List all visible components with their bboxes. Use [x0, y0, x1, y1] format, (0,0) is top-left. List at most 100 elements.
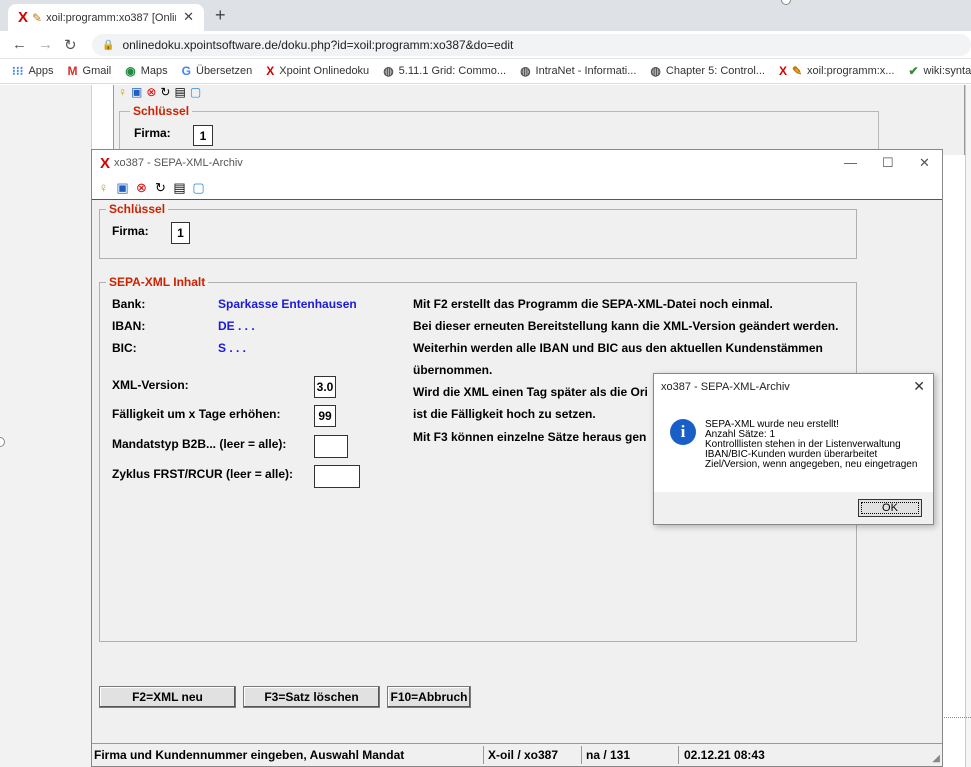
info-text-line: Mit F2 erstellt das Programm die SEPA-XM… — [413, 297, 773, 311]
tab-close-icon[interactable]: ✕ — [183, 9, 194, 25]
close-icon[interactable]: ✕ — [919, 155, 930, 171]
dialog-title: xo387 - SEPA-XML-Archiv — [661, 381, 790, 393]
iban-value: DE . . . — [218, 319, 255, 333]
bookmark-xpoint[interactable]: X Xpoint Onlinedoku — [266, 64, 369, 78]
bookmark-label: wiki:syntax [Doku — [923, 65, 971, 77]
maximize-icon[interactable]: ☐ — [882, 155, 894, 171]
bank-value: Sparkasse Entenhausen — [218, 297, 357, 311]
tab-title: xoil:programm:xo387 [Online — [46, 11, 177, 24]
key-group-legend: Schlüssel — [106, 202, 169, 216]
refresh-icon[interactable]: ↻ — [153, 180, 168, 195]
browser-tab[interactable]: X ✎ xoil:programm:xo387 [Online ✕ — [8, 4, 204, 31]
dialog-footer: OK — [654, 492, 933, 524]
key-group — [99, 209, 857, 259]
bookmark-maps[interactable]: ◉ Maps — [125, 64, 167, 78]
xml-neu-button[interactable]: F2=XML neu — [99, 686, 236, 708]
xpoint-logo-icon: X — [778, 64, 787, 78]
firma-label: Firma: — [112, 224, 149, 238]
bookmark-intranet[interactable]: ◍ IntraNet - Informati... — [520, 64, 636, 78]
abbruch-button[interactable]: F10=Abbruch — [387, 686, 471, 708]
bookmark-label: Übersetzen — [196, 65, 253, 77]
info-text-line: Mit F3 können einzelne Sätze heraus gen — [413, 430, 647, 444]
zyklus-field[interactable] — [314, 465, 360, 488]
minimize-icon[interactable]: — — [844, 155, 857, 170]
xpoint-logo-icon: X — [18, 9, 29, 26]
bookmark-label: IntraNet - Informati... — [535, 65, 637, 77]
bookmark-wiki[interactable]: ✔ wiki:syntax [Doku — [908, 64, 971, 78]
background-firma-field: 1 — [193, 125, 213, 146]
mandatstyp-field[interactable] — [314, 435, 348, 458]
info-text-line: Weiterhin werden alle IBAN und BIC aus d… — [413, 341, 823, 355]
dialog-message-line: Ziel/Version, wenn angegeben, neu einget… — [705, 459, 918, 470]
xpoint-logo-icon: X — [100, 154, 111, 172]
ok-button[interactable]: OK — [858, 499, 922, 517]
xpoint-logo-icon: X — [266, 64, 275, 78]
reload-icon[interactable]: ↻ — [64, 36, 77, 54]
info-text-line: ist die Fälligkeit hoch zu setzen. — [413, 407, 596, 421]
resize-grip-icon[interactable]: ◢ — [932, 753, 940, 764]
info-book-icon[interactable]: ▣ — [115, 180, 130, 195]
url-field[interactable]: 🔒 onlinedoku.xpointsoftware.de/doku.php?… — [92, 34, 971, 56]
url-text: onlinedoku.xpointsoftware.de/doku.php?id… — [122, 38, 514, 52]
pencil-icon: ✎ — [791, 64, 803, 78]
background-toolbar: ♀ ▣ ⊗ ↻ ▤ ▢ — [118, 85, 201, 99]
bookmark-label: Gmail — [82, 65, 112, 77]
bulb-icon[interactable]: ♀ — [96, 180, 111, 195]
window-titlebar: X xo387 - SEPA-XML-Archiv — ☐ ✕ — [92, 150, 942, 176]
bulb-icon: ♀ — [118, 85, 127, 99]
faelligkeit-field[interactable]: 99 — [314, 405, 336, 427]
bookmark-chapter[interactable]: ◍ Chapter 5: Control... — [650, 64, 765, 78]
status-divider — [483, 746, 484, 764]
new-tab-icon[interactable]: + — [215, 5, 226, 26]
zyklus-label: Zyklus FRST/RCUR (leer = alle): — [112, 467, 294, 481]
cancel-icon[interactable]: ⊗ — [134, 180, 149, 195]
status-divider — [678, 746, 679, 764]
bookmark-label: xoil:programm:x... — [807, 65, 895, 77]
iban-label: IBAN: — [112, 319, 146, 333]
info-text-line: übernommen. — [413, 363, 493, 377]
printer-icon[interactable]: ▤ — [172, 180, 187, 195]
refresh-icon: ↻ — [160, 85, 171, 99]
map-pin-icon: ◉ — [125, 64, 136, 78]
forward-arrow-icon[interactable]: → — [38, 36, 53, 53]
address-bar-row: ← → ↻ 🔒 onlinedoku.xpointsoftware.de/dok… — [0, 31, 971, 59]
background-firma-label: Firma: — [134, 126, 171, 140]
satz-loeschen-button[interactable]: F3=Satz löschen — [243, 686, 380, 708]
bic-value: S . . . — [218, 341, 247, 355]
back-arrow-icon[interactable]: ← — [12, 36, 27, 53]
status-divider — [581, 746, 582, 764]
status-bar: Firma und Kundennummer eingeben, Auswahl… — [92, 743, 942, 766]
bookmark-translate[interactable]: G Übersetzen — [182, 64, 253, 78]
bookmark-xoil[interactable]: X ✎ xoil:programm:x... — [779, 64, 895, 78]
globe-icon: ◍ — [383, 64, 394, 78]
status-program: X-oil / xo387 — [488, 748, 559, 762]
cancel-icon: ⊗ — [146, 85, 157, 99]
bookmark-label: Maps — [140, 65, 168, 77]
chat-icon[interactable]: ▢ — [191, 180, 206, 195]
status-record: na / 131 — [586, 748, 631, 762]
gmail-icon: M — [67, 64, 78, 78]
faelligkeit-label: Fälligkeit um x Tage erhöhen: — [112, 407, 281, 421]
dialog-close-icon[interactable]: ✕ — [913, 378, 925, 395]
bookmark-label: Chapter 5: Control... — [665, 65, 765, 77]
bic-label: BIC: — [112, 341, 137, 355]
bookmark-grid[interactable]: ◍ 5.11.1 Grid: Commo... — [383, 64, 506, 78]
background-group-legend: Schlüssel — [130, 104, 193, 118]
firma-field[interactable]: 1 — [171, 222, 190, 244]
page-margin-right — [965, 85, 971, 767]
chat-icon: ▢ — [189, 85, 202, 99]
divider — [942, 717, 971, 718]
bank-label: Bank: — [112, 297, 146, 311]
printer-icon: ▤ — [174, 85, 186, 99]
message-dialog: xo387 - SEPA-XML-Archiv ✕ i SEPA-XML wur… — [653, 373, 934, 525]
page-margin-left — [0, 85, 92, 767]
bookmark-gmail[interactable]: M Gmail — [68, 64, 112, 78]
content-group-legend: SEPA-XML Inhalt — [106, 275, 209, 289]
globe-icon: ◍ — [520, 64, 531, 78]
info-book-icon: ▣ — [131, 85, 143, 99]
bookmark-apps[interactable]: ⁝⁝⁝ Apps — [12, 64, 54, 78]
window-toolbar: ♀ ▣ ⊗ ↻ ▤ ▢ — [92, 176, 942, 200]
browser-tab-strip: X ✎ xoil:programm:xo387 [Online ✕ + — [0, 0, 971, 31]
status-message: Firma und Kundennummer eingeben, Auswahl… — [94, 748, 405, 762]
xml-version-field[interactable]: 3.0 — [314, 376, 336, 398]
